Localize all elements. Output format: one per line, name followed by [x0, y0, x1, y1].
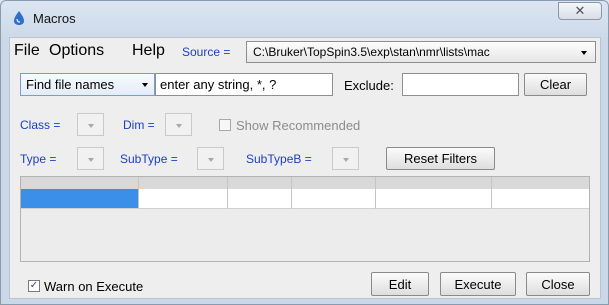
- show-recommended-checkbox[interactable]: [219, 119, 231, 131]
- class-label: Class =: [20, 118, 61, 132]
- clear-button[interactable]: Clear: [524, 73, 587, 96]
- source-label: Source =: [182, 45, 231, 59]
- table-row[interactable]: [21, 189, 589, 209]
- chevron-down-icon: [343, 158, 349, 162]
- exclude-input[interactable]: [402, 73, 519, 96]
- column-divider[interactable]: [291, 177, 292, 209]
- selected-cell: [21, 189, 138, 208]
- filter-row-1: Class = Dim = Show Recommended: [10, 112, 600, 138]
- subtypeb-select[interactable]: [332, 147, 359, 170]
- menu-help[interactable]: Help: [132, 42, 165, 60]
- chevron-down-icon: [581, 51, 587, 55]
- warn-on-execute-checkbox[interactable]: ✓: [28, 280, 40, 292]
- macros-panel: File Options Help Source = C:\Bruker\Top…: [9, 37, 601, 299]
- subtype-select[interactable]: [197, 147, 224, 170]
- column-divider[interactable]: [491, 177, 492, 209]
- column-divider[interactable]: [227, 177, 228, 209]
- close-icon: ✕: [574, 3, 586, 18]
- class-select[interactable]: [77, 113, 104, 136]
- macros-window: Macros ✕ File Options Help Source = C:\B…: [0, 0, 609, 305]
- chevron-down-icon: [176, 124, 182, 128]
- column-divider[interactable]: [138, 177, 139, 209]
- type-select[interactable]: [77, 147, 104, 170]
- show-recommended-label: Show Recommended: [236, 118, 361, 133]
- title-bar[interactable]: Macros ✕: [1, 1, 608, 37]
- execute-button[interactable]: Execute: [440, 272, 516, 296]
- chevron-down-icon: [208, 158, 214, 162]
- table-header[interactable]: [21, 177, 589, 189]
- chevron-down-icon: [88, 158, 94, 162]
- chevron-down-icon: [88, 124, 94, 128]
- menu-options[interactable]: Options: [49, 42, 104, 60]
- window-title: Macros: [33, 11, 76, 26]
- search-input[interactable]: enter any string, *, ?: [155, 73, 333, 96]
- menu-file[interactable]: File: [14, 42, 40, 60]
- source-path: C:\Bruker\TopSpin3.5\exp\stan\nmr\lists\…: [253, 45, 490, 59]
- warn-on-execute-label: Warn on Execute: [44, 279, 144, 294]
- search-mode-select[interactable]: Find file names: [20, 73, 155, 96]
- menu-bar: File Options Help Source = C:\Bruker\Top…: [10, 38, 600, 66]
- topspin-app-icon: [14, 11, 24, 25]
- dim-label: Dim =: [123, 118, 155, 132]
- type-label: Type =: [20, 152, 57, 166]
- column-divider[interactable]: [375, 177, 376, 209]
- dim-select[interactable]: [165, 113, 192, 136]
- edit-button[interactable]: Edit: [371, 272, 429, 296]
- source-select[interactable]: C:\Bruker\TopSpin3.5\exp\stan\nmr\lists\…: [246, 41, 596, 63]
- close-button[interactable]: Close: [526, 272, 590, 296]
- macro-list-table[interactable]: [20, 176, 590, 262]
- exclude-label: Exclude:: [344, 78, 394, 93]
- window-close-button[interactable]: ✕: [558, 2, 602, 20]
- reset-filters-button[interactable]: Reset Filters: [386, 147, 495, 170]
- chevron-down-icon: [142, 83, 148, 87]
- subtypeb-label: SubTypeB =: [246, 152, 312, 166]
- checkmark-icon: ✓: [29, 280, 39, 291]
- subtype-label: SubType =: [120, 152, 178, 166]
- search-mode-value: Find file names: [26, 77, 115, 92]
- filter-row-2: Type = SubType = SubTypeB = Reset Filter…: [10, 146, 600, 172]
- search-row: Find file names enter any string, *, ? E…: [10, 70, 600, 98]
